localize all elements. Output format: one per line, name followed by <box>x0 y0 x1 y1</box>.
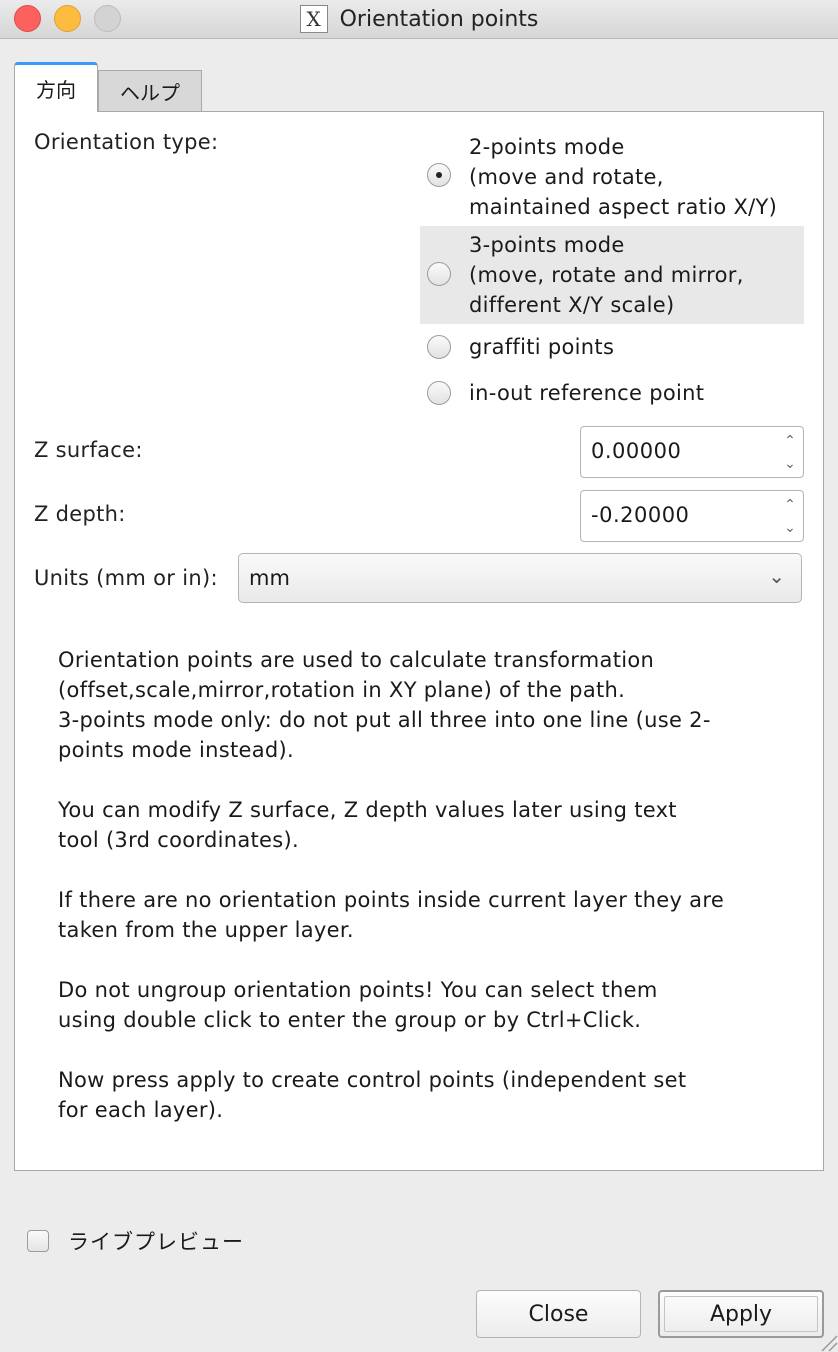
z-surface-spinner[interactable]: 0.00000 ⌃ ⌄ <box>580 426 804 478</box>
tab-direction[interactable]: 方向 <box>14 62 98 112</box>
window-title: Orientation points <box>339 6 539 32</box>
tab-help-label: ヘルプ <box>120 81 180 105</box>
help-line: 3-points mode only: do not put all three… <box>58 708 711 732</box>
apply-button[interactable]: Apply <box>658 1290 824 1338</box>
z-depth-spinner[interactable]: -0.20000 ⌃ ⌄ <box>580 490 804 542</box>
radio-graffiti-points[interactable]: graffiti points <box>420 332 804 362</box>
units-select[interactable]: mm ⌄ <box>238 553 802 603</box>
spin-up-icon[interactable]: ⌃ <box>784 497 796 513</box>
radio-3-points-line-1: 3-points mode <box>469 233 625 257</box>
apply-button-label: Apply <box>709 1301 773 1327</box>
close-button[interactable]: Close <box>476 1290 641 1338</box>
help-line: Now press apply to create control points… <box>58 1068 687 1092</box>
live-preview-label[interactable]: ライブプレビュー <box>68 1226 244 1256</box>
z-depth-value[interactable]: -0.20000 <box>591 503 689 527</box>
help-line: Do not ungroup orientation points! You c… <box>58 978 658 1002</box>
tab-direction-label: 方向 <box>36 78 76 102</box>
radio-graffiti-label: graffiti points <box>469 335 615 359</box>
radio-2-points-mode[interactable]: 2-points mode (move and rotate, maintain… <box>420 132 804 222</box>
radio-2-points-line-3: maintained aspect ratio X/Y) <box>469 195 778 219</box>
units-label: Units (mm or in): <box>34 566 218 590</box>
help-line: for each layer). <box>58 1098 224 1122</box>
help-paragraph: Now press apply to create control points… <box>58 1065 798 1125</box>
chevron-down-icon: ⌄ <box>768 564 785 588</box>
app-x-icon: X <box>299 5 328 33</box>
help-line: Orientation points are used to calculate… <box>58 648 655 672</box>
help-paragraph: If there are no orientation points insid… <box>58 885 798 945</box>
z-depth-label: Z depth: <box>34 502 126 526</box>
live-preview-checkbox[interactable] <box>27 1230 49 1252</box>
help-line: If there are no orientation points insid… <box>58 888 725 912</box>
help-line: points mode instead). <box>58 738 295 762</box>
tab-help[interactable]: ヘルプ <box>98 70 202 112</box>
radio-2-points-line-1: 2-points mode <box>469 135 625 159</box>
help-line: using double click to enter the group or… <box>58 1008 642 1032</box>
z-surface-stepper[interactable]: ⌃ ⌄ <box>779 429 801 475</box>
help-line: taken from the upper layer. <box>58 918 354 942</box>
help-paragraph: Do not ungroup orientation points! You c… <box>58 975 798 1035</box>
z-surface-label: Z surface: <box>34 438 143 462</box>
spin-down-icon[interactable]: ⌄ <box>784 520 796 536</box>
radio-3-points-label: 3-points mode (move, rotate and mirror, … <box>469 230 744 324</box>
spin-down-icon[interactable]: ⌄ <box>784 456 796 472</box>
radio-3-points-mode[interactable]: 3-points mode (move, rotate and mirror, … <box>420 226 804 324</box>
help-paragraph: You can modify Z surface, Z depth values… <box>58 795 798 855</box>
orientation-type-label: Orientation type: <box>34 130 219 154</box>
resize-grip-icon[interactable] <box>812 1326 838 1352</box>
spin-up-icon[interactable]: ⌃ <box>784 433 796 449</box>
radio-2-points-line-2: (move and rotate, <box>469 165 664 189</box>
z-depth-stepper[interactable]: ⌃ ⌄ <box>779 493 801 539</box>
radio-3-points-line-2: (move, rotate and mirror, <box>469 263 744 287</box>
units-selected-value: mm <box>249 566 290 590</box>
help-paragraph: Orientation points are used to calculate… <box>58 645 798 765</box>
help-line: You can modify Z surface, Z depth values… <box>58 798 677 822</box>
title-bar: X Orientation points <box>0 0 838 39</box>
close-button-label: Close <box>528 1301 589 1327</box>
radio-in-out-label: in-out reference point <box>469 381 705 405</box>
help-line: tool (3rd coordinates). <box>58 828 299 852</box>
help-line: (offset,scale,mirror,rotation in XY plan… <box>58 678 626 702</box>
radio-3-points-line-3: different X/Y scale) <box>469 293 675 317</box>
title-wrap: X Orientation points <box>0 0 838 38</box>
radio-button-checked-icon[interactable] <box>427 163 451 187</box>
radio-2-points-label: 2-points mode (move and rotate, maintain… <box>469 132 777 222</box>
radio-button-icon[interactable] <box>427 262 451 286</box>
radio-in-out-reference-point[interactable]: in-out reference point <box>420 378 804 408</box>
z-surface-value[interactable]: 0.00000 <box>591 439 681 463</box>
radio-button-icon[interactable] <box>427 381 451 405</box>
radio-button-icon[interactable] <box>427 335 451 359</box>
